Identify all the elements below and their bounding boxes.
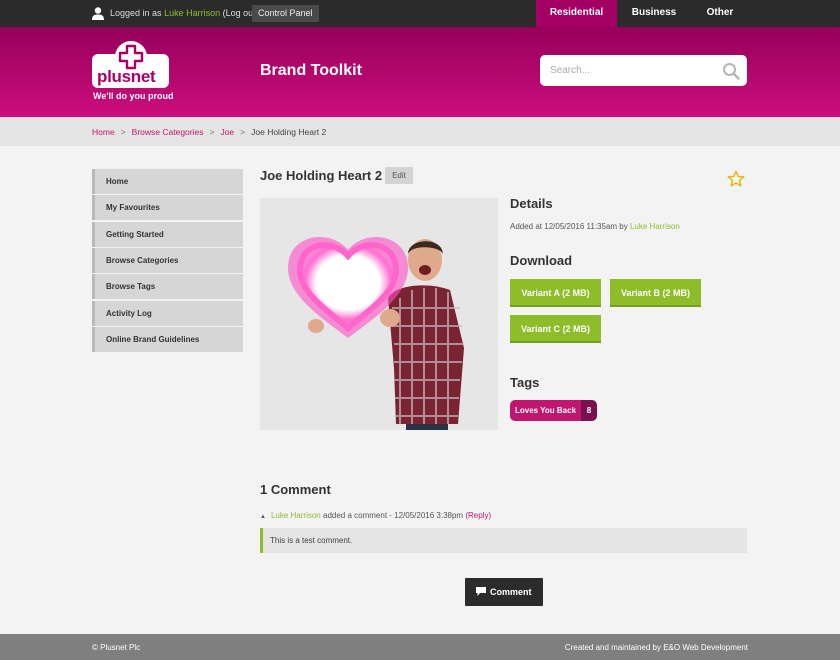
breadcrumb-current: Joe Holding Heart 2 [251, 127, 327, 137]
breadcrumb: Home > Browse Categories > Joe > Joe Holding H… [92, 127, 326, 137]
edit-button[interactable]: Edit [385, 167, 413, 184]
login-prefix: Logged in as [110, 8, 162, 18]
site-title: Brand Toolkit [260, 62, 362, 79]
footer-copyright: © Plusnet Plc [92, 643, 141, 652]
tag-label: Loves You Back [510, 400, 581, 421]
nav-tab-other[interactable]: Other [691, 0, 749, 27]
details-added-text: Added at 12/05/2016 11:35am by [510, 222, 628, 231]
person-holding-heart-illustration [288, 237, 464, 430]
speech-bubble-icon [476, 587, 486, 596]
username-link[interactable]: Luke Harrison [164, 8, 220, 18]
plusnet-logo[interactable]: plusnet We'll do you proud [92, 40, 174, 102]
download-variant-c-button[interactable]: Variant C (2 MB) [510, 315, 601, 343]
comment-author-link[interactable]: Luke Harrison [271, 511, 321, 520]
logo-tagline: We'll do you proud [93, 91, 174, 101]
footer-credit: Created and maintained by E&O Web Develo… [564, 643, 748, 652]
breadcrumb-separator: > [240, 127, 246, 137]
comment-timestamp: added a comment - 12/05/2016 3:38pm [323, 511, 464, 520]
tags-heading: Tags [510, 375, 540, 390]
nav-tab-business[interactable]: Business [617, 0, 691, 27]
favourite-star-icon[interactable] [727, 170, 745, 188]
asset-preview-image[interactable] [260, 198, 498, 430]
sidebar-item-home[interactable]: Home [92, 169, 243, 194]
details-author-link[interactable]: Luke Harrison [630, 222, 680, 231]
site-header: plusnet We'll do you proud Brand Toolkit [0, 27, 840, 117]
details-heading: Details [510, 196, 553, 211]
tag-count-badge: 8 [581, 400, 597, 421]
top-bar: Logged in as Luke Harrison (Log out) Con… [0, 0, 840, 27]
search-input[interactable] [540, 55, 747, 86]
sidebar-item-browse-tags[interactable]: Browse Tags [92, 274, 243, 299]
breadcrumb-home[interactable]: Home [92, 127, 115, 137]
logo-wordmark: plusnet [97, 67, 156, 86]
download-variant-b-button[interactable]: Variant B (2 MB) [610, 279, 701, 307]
breadcrumb-browse-categories[interactable]: Browse Categories [132, 127, 204, 137]
breadcrumb-bar: Home > Browse Categories > Joe > Joe Holding H… [0, 117, 840, 146]
user-icon [92, 7, 104, 20]
search-icon[interactable] [722, 62, 740, 80]
sidebar-item-my-favourites[interactable]: My Favourites [92, 195, 243, 220]
sidebar-item-getting-started[interactable]: Getting Started [92, 222, 243, 247]
details-added: Added at 12/05/2016 11:35am by Luke Harr… [510, 222, 680, 231]
login-status: Logged in as Luke Harrison (Log out) [110, 8, 259, 18]
asset-title: Joe Holding Heart 2 [260, 168, 383, 183]
tag-loves-you-back[interactable]: Loves You Back 8 [510, 400, 597, 421]
comment-meta: ▲ Luke Harrison added a comment - 12/05/2… [260, 511, 491, 520]
comment-reply-link[interactable]: (Reply) [465, 511, 491, 520]
breadcrumb-separator: > [209, 127, 215, 137]
download-heading: Download [510, 253, 573, 268]
nav-tab-residential[interactable]: Residential [536, 0, 617, 27]
breadcrumb-separator: > [120, 127, 126, 137]
comments-heading: 1 Comment [260, 482, 331, 497]
collapse-caret-icon[interactable]: ▲ [260, 514, 266, 520]
sidebar-item-online-brand-guidelines[interactable]: Online Brand Guidelines [92, 327, 243, 352]
download-variant-a-button[interactable]: Variant A (2 MB) [510, 279, 601, 307]
breadcrumb-joe[interactable]: Joe [220, 127, 234, 137]
sidebar-item-activity-log[interactable]: Activity Log [92, 301, 243, 326]
site-footer: © Plusnet Plc Created and maintained by … [0, 634, 840, 660]
sidebar-item-browse-categories[interactable]: Browse Categories [92, 248, 243, 273]
control-panel-button[interactable]: Control Panel [252, 5, 319, 22]
comment-body: This is a test comment. [260, 528, 747, 553]
